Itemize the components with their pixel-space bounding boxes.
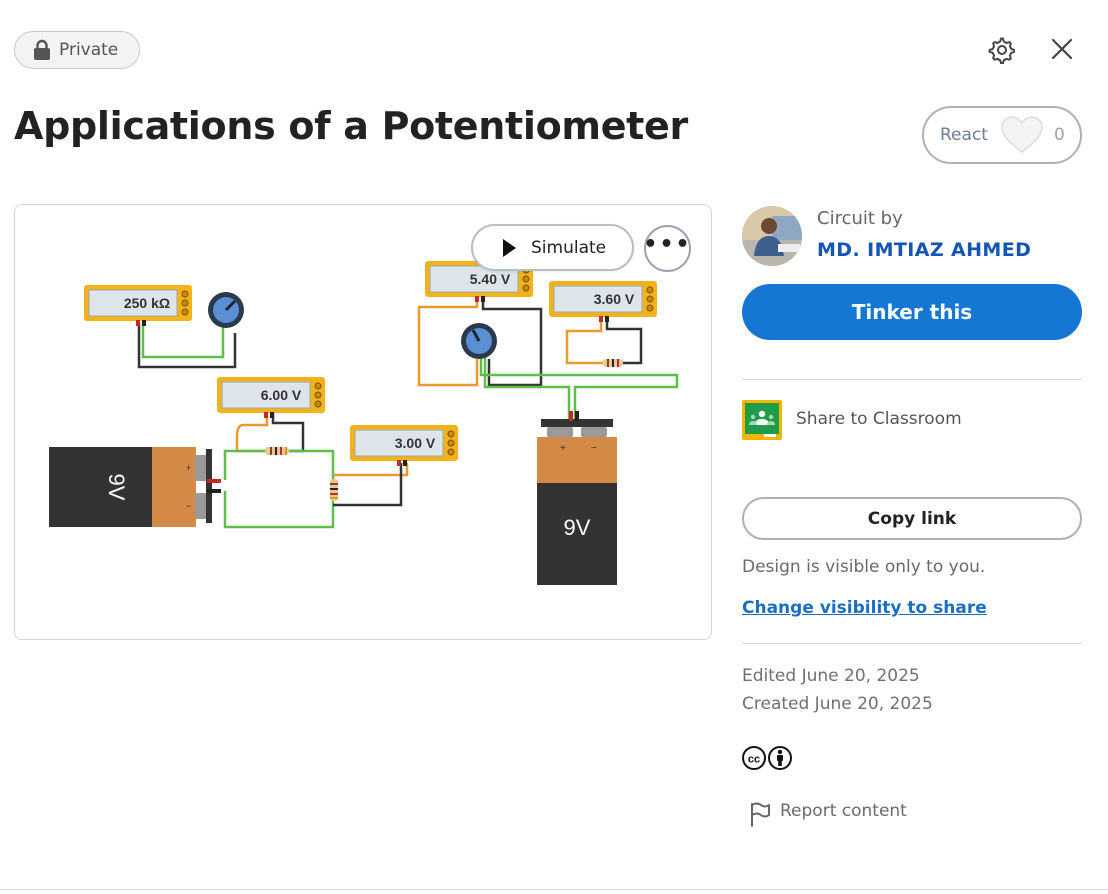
wire xyxy=(565,317,603,365)
wire xyxy=(479,345,679,419)
author-link[interactable]: MD. IMTIAZ AHMED xyxy=(817,239,1031,261)
copy-link-button[interactable]: Copy link xyxy=(742,497,1082,540)
wire xyxy=(271,413,305,453)
wire xyxy=(333,463,409,477)
react-label: React xyxy=(940,125,988,145)
meter-reading: 5.40 V xyxy=(470,271,511,287)
resistor xyxy=(603,359,623,367)
flag-icon[interactable] xyxy=(748,801,772,827)
multimeter: 6.00 V xyxy=(217,377,325,418)
change-visibility-link[interactable]: Change visibility to share xyxy=(742,598,987,618)
wire xyxy=(333,463,403,507)
potentiometer xyxy=(208,292,244,328)
creative-commons-by-icon[interactable]: cc xyxy=(742,745,794,771)
multimeter: 3.00 V xyxy=(350,425,458,466)
visibility-note: Design is visible only to you. xyxy=(742,557,986,577)
created-date: Created June 20, 2025 xyxy=(742,694,933,714)
react-count: 0 xyxy=(1053,125,1065,145)
share-to-classroom-link[interactable]: Share to Classroom xyxy=(796,409,962,429)
react-button[interactable]: React 0 xyxy=(922,106,1082,164)
more-icon: ••• xyxy=(643,231,692,257)
wire xyxy=(483,357,571,419)
multimeter: 3.60 V xyxy=(549,281,657,322)
report-content-link[interactable]: Report content xyxy=(780,801,907,821)
meter-reading: 6.00 V xyxy=(261,387,302,403)
wire xyxy=(605,317,643,365)
more-options-button[interactable]: ••• xyxy=(643,225,692,272)
divider xyxy=(742,643,1082,644)
design-details-panel: Private Applications of a Potentiometer … xyxy=(0,0,1108,890)
battery: + − 9V xyxy=(49,447,221,527)
wire xyxy=(235,413,269,453)
battery-label: 9V xyxy=(104,474,129,501)
potentiometer xyxy=(461,323,497,359)
svg-text:+: + xyxy=(560,443,566,454)
resistor xyxy=(330,479,338,501)
play-icon xyxy=(503,238,516,257)
wire xyxy=(137,323,237,369)
wire xyxy=(223,449,335,529)
meter-reading: 3.00 V xyxy=(395,435,436,451)
circuit-by-label: Circuit by xyxy=(817,208,903,229)
close-icon[interactable] xyxy=(1046,33,1078,65)
avatar[interactable] xyxy=(742,206,802,266)
battery-label: 9V xyxy=(564,515,591,540)
simulate-button[interactable]: Simulate xyxy=(471,224,634,271)
meter-reading: 250 kΩ xyxy=(124,295,170,311)
gear-icon[interactable] xyxy=(985,34,1017,66)
meter-reading: 3.60 V xyxy=(594,291,635,307)
google-classroom-icon[interactable] xyxy=(742,400,782,440)
privacy-badge[interactable]: Private xyxy=(14,31,140,69)
resistor xyxy=(265,447,289,455)
simulate-label: Simulate xyxy=(531,237,607,258)
page-title: Applications of a Potentiometer xyxy=(14,104,688,148)
svg-text:−: − xyxy=(186,501,191,511)
multimeter: 250 kΩ xyxy=(84,285,192,326)
tinker-this-button[interactable]: Tinker this xyxy=(742,284,1082,340)
heart-icon xyxy=(1001,116,1043,153)
battery: + − 9V xyxy=(537,411,617,585)
svg-text:−: − xyxy=(591,443,597,454)
edited-date: Edited June 20, 2025 xyxy=(742,666,920,686)
lock-icon xyxy=(33,39,51,61)
privacy-label: Private xyxy=(59,40,119,60)
wire xyxy=(141,323,225,359)
svg-text:+: + xyxy=(186,463,191,473)
divider xyxy=(742,379,1082,380)
svg-text:cc: cc xyxy=(748,754,760,766)
